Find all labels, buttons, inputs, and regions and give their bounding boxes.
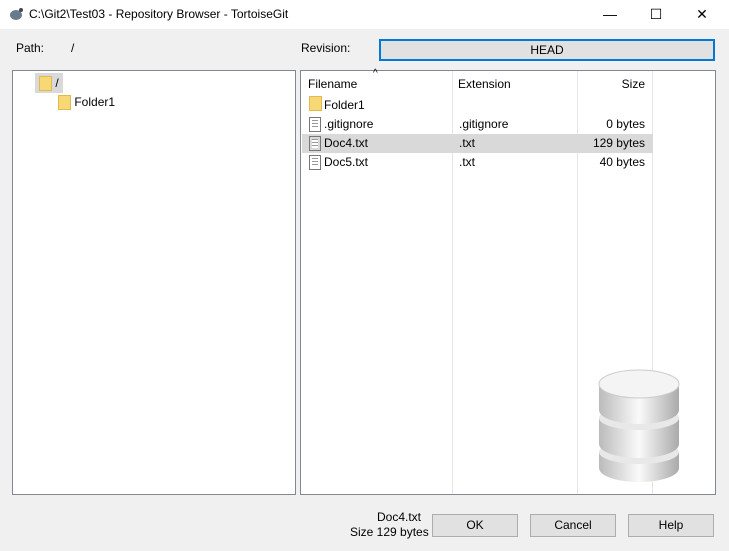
column-header-extension[interactable]: Extension (458, 71, 511, 97)
maximize-button[interactable]: ☐ (633, 0, 679, 29)
cancel-button[interactable]: Cancel (530, 514, 616, 537)
folder-icon (58, 95, 71, 111)
document-icon (309, 136, 321, 151)
text-edit-icon (309, 117, 321, 132)
path-value: / (71, 41, 75, 55)
file-list[interactable]: ^ Filename Extension Size Folder1 .gitig… (300, 68, 716, 495)
tree-item-root[interactable]: / (35, 73, 63, 93)
status-size: Size 129 bytes (350, 525, 429, 539)
sort-ascending-icon: ^ (373, 68, 378, 79)
tree-item-folder1[interactable]: Folder1 (54, 92, 119, 112)
column-header-filename[interactable]: Filename (308, 71, 357, 97)
list-row[interactable]: Folder1 (302, 96, 653, 115)
document-icon (309, 155, 321, 170)
tree-item-label: Folder1 (74, 95, 116, 109)
list-row[interactable]: .gitignore .gitignore 0 bytes (302, 115, 653, 134)
help-button[interactable]: Help (628, 514, 714, 537)
window-title: C:\Git2\Test03 - Repository Browser - To… (29, 7, 289, 21)
list-row[interactable]: Doc5.txt .txt 40 bytes (302, 153, 653, 172)
ok-button[interactable]: OK (432, 514, 518, 537)
revision-button[interactable]: HEAD (379, 39, 715, 61)
folder-tree[interactable]: / Folder1 (12, 70, 296, 495)
tortoisegit-icon (10, 8, 23, 20)
revision-label: Revision: (301, 41, 351, 55)
path-label: Path: (16, 41, 45, 55)
folder-icon (39, 76, 52, 92)
close-button[interactable]: ✕ (679, 0, 725, 29)
column-header-size[interactable]: Size (622, 71, 645, 97)
status-filename: Doc4.txt (377, 510, 422, 524)
database-icon (598, 369, 680, 482)
list-row-selected[interactable]: Doc4.txt .txt 129 bytes (302, 134, 653, 153)
title-bar: C:\Git2\Test03 - Repository Browser - To… (0, 0, 729, 29)
tree-item-label: / (55, 76, 59, 90)
folder-icon (309, 96, 322, 111)
minimize-button[interactable]: — (587, 0, 633, 29)
